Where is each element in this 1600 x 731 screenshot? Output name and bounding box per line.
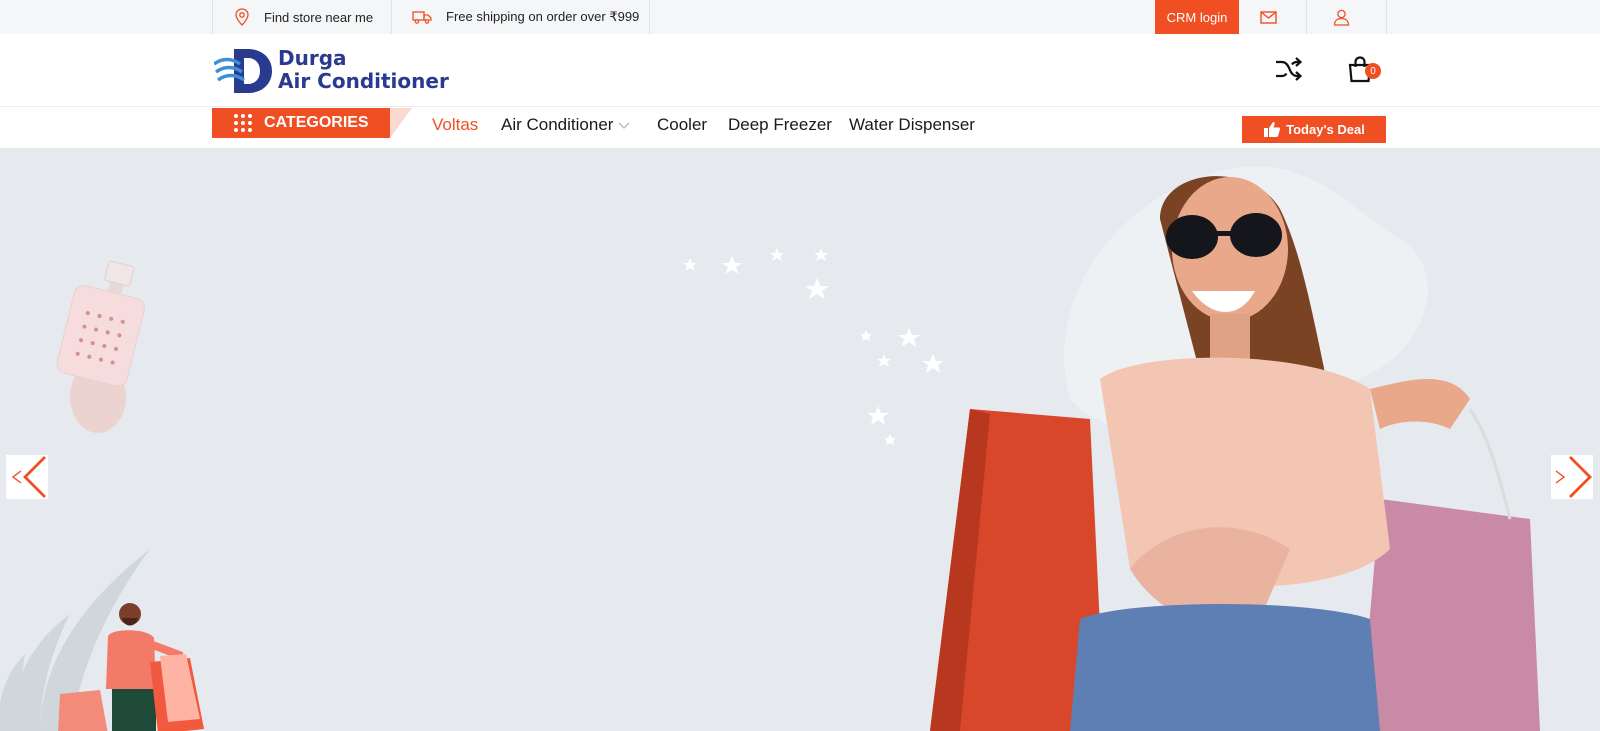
model-with-shopping-bags-image (930, 166, 1540, 731)
top-bar-divider (1306, 0, 1307, 34)
logo-text: Durga Air Conditioner (278, 47, 449, 93)
free-shipping-label: Free shipping on order over ₹999 (446, 9, 640, 24)
todays-deal-label: Today's Deal (1286, 122, 1365, 137)
nav-link-air-conditioner[interactable]: Air Conditioner (501, 115, 631, 135)
location-pin-icon (235, 8, 249, 26)
site-header: Durga Air Conditioner 0 (0, 34, 1600, 107)
shuffle-icon (1276, 57, 1303, 81)
thumbs-up-icon (1264, 122, 1281, 137)
top-bar-divider (391, 0, 392, 34)
nav-link-water-dispenser[interactable]: Water Dispenser (849, 115, 975, 135)
nav-link-deep-freezer[interactable]: Deep Freezer (728, 115, 832, 135)
top-bar-divider (212, 0, 213, 34)
crm-login-button[interactable]: CRM login (1155, 0, 1239, 34)
user-icon (1333, 9, 1350, 26)
nav-link-cooler[interactable]: Cooler (657, 115, 707, 135)
shopper-illustration (0, 549, 204, 731)
main-nav: CATEGORIES Voltas Air Conditioner Cooler… (0, 107, 1600, 149)
top-bar-divider (1386, 0, 1387, 34)
nav-link-label: Air Conditioner (501, 115, 614, 134)
logo-line-1: Durga (278, 46, 347, 70)
slider-next-button[interactable] (1551, 455, 1593, 499)
top-bar: Find store near me Free shipping on orde… (0, 0, 1600, 34)
mail-icon (1260, 10, 1277, 24)
slider-prev-button[interactable] (6, 455, 48, 499)
site-logo[interactable]: Durga Air Conditioner (214, 46, 449, 96)
find-store-label: Find store near me (264, 9, 374, 25)
mail-button[interactable] (1260, 0, 1277, 34)
account-button[interactable] (1333, 0, 1350, 34)
truck-icon (412, 11, 432, 24)
find-store-link[interactable]: Find store near me (234, 0, 373, 34)
perfume-bottle-image (56, 260, 145, 433)
todays-deal-button[interactable]: Today's Deal (1242, 116, 1386, 143)
cart-count-badge: 0 (1365, 63, 1381, 79)
stars-decoration (683, 248, 944, 445)
free-shipping-info: Free shipping on order over ₹999 (412, 0, 639, 34)
logo-mark-icon (214, 49, 272, 93)
categories-tab-accent (390, 108, 412, 138)
arrow-left-icon (11, 456, 46, 498)
logo-line-2: Air Conditioner (278, 69, 449, 93)
top-bar-divider (649, 0, 650, 34)
categories-label: CATEGORIES (264, 114, 369, 131)
chevron-down-icon (618, 122, 630, 129)
hero-slider (0, 149, 1600, 731)
arrow-right-icon (1555, 456, 1592, 498)
nav-link-voltas[interactable]: Voltas (432, 115, 478, 135)
compare-button[interactable] (1274, 56, 1303, 87)
categories-button[interactable]: CATEGORIES (212, 108, 390, 138)
grid-icon (234, 114, 252, 132)
